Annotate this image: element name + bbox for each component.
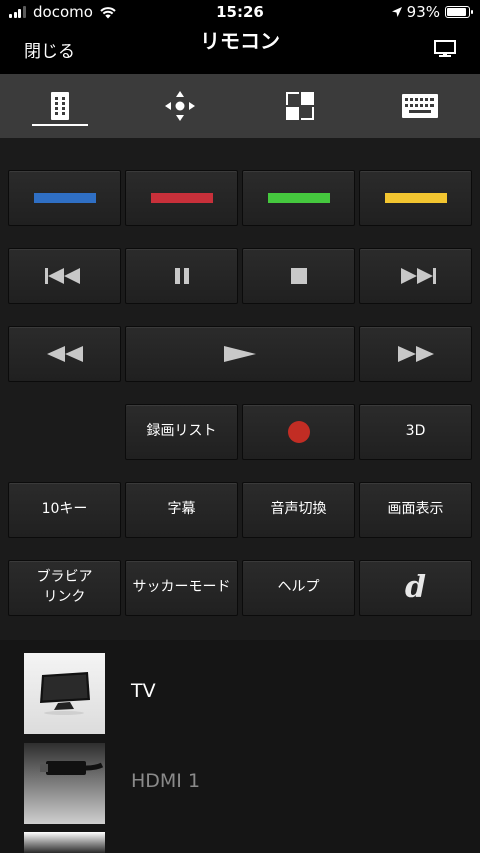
status-right: 93% [391, 3, 473, 21]
keyboard-icon [402, 94, 438, 118]
bravia-link-button[interactable]: ブラビア リンク [8, 560, 121, 616]
recording-list-button[interactable]: 録画リスト [125, 404, 238, 460]
soccer-mode-button[interactable]: サッカーモード [125, 560, 238, 616]
battery-percent: 93% [406, 3, 440, 21]
tab-apps[interactable] [240, 74, 360, 138]
stop-button[interactable] [242, 248, 355, 304]
battery-fill [447, 8, 466, 16]
tab-bar [0, 74, 480, 138]
screen-display-button[interactable]: 画面表示 [359, 482, 472, 538]
input-source-list: TV HDMI 1 [0, 640, 480, 853]
navigation-bar: 閉じる リモコン [0, 24, 480, 74]
skip-previous-icon [44, 268, 80, 284]
selected-tab-indicator [32, 124, 88, 126]
source-item-partial [24, 832, 105, 853]
record-icon [287, 421, 310, 443]
fast-forward-button[interactable] [359, 326, 472, 382]
fast-forward-icon [397, 346, 434, 362]
record-button[interactable] [242, 404, 355, 460]
page-title: リモコン [200, 29, 280, 53]
tv-thumbnail-image [40, 672, 90, 715]
play-button[interactable] [125, 326, 355, 382]
stop-icon [290, 268, 307, 284]
tab-remote[interactable] [0, 74, 120, 138]
tab-keyboard[interactable] [360, 74, 480, 138]
source-item-tv[interactable]: TV [0, 650, 480, 736]
red-button[interactable] [125, 170, 238, 226]
next-button[interactable] [359, 248, 472, 304]
blue-button[interactable] [8, 170, 121, 226]
battery-icon [445, 6, 473, 18]
tv-select-button[interactable] [434, 40, 456, 62]
tv-thumbnail [24, 653, 105, 734]
hdmi-cable-icon [40, 761, 104, 775]
bravia-link-label-line1: ブラビア [36, 569, 93, 586]
d-button-label: d [405, 570, 426, 605]
dpad-icon [165, 91, 195, 121]
remote-icon [51, 92, 69, 120]
hdmi-thumbnail [24, 743, 105, 824]
source-label-tv: TV [131, 680, 156, 702]
pause-button[interactable] [125, 248, 238, 304]
source-label-hdmi-1: HDMI 1 [131, 770, 201, 792]
play-icon [224, 346, 256, 362]
rewind-button[interactable] [8, 326, 121, 382]
red-color-bar [150, 193, 213, 203]
tv-icon [434, 40, 456, 57]
help-button[interactable]: ヘルプ [242, 560, 355, 616]
green-button[interactable] [242, 170, 355, 226]
green-color-bar [267, 193, 330, 203]
yellow-color-bar [384, 193, 447, 203]
subtitles-button[interactable]: 字幕 [125, 482, 238, 538]
audio-switch-button[interactable]: 音声切換 [242, 482, 355, 538]
grid-icon [286, 92, 314, 120]
d-data-button[interactable]: d [359, 560, 472, 616]
status-bar: docomo 15:26 93% [0, 0, 480, 24]
yellow-button[interactable] [359, 170, 472, 226]
source-item-hdmi-1[interactable]: HDMI 1 [0, 740, 480, 826]
skip-next-icon [400, 268, 436, 284]
previous-button[interactable] [8, 248, 121, 304]
tab-dpad[interactable] [120, 74, 240, 138]
location-arrow-icon [391, 7, 402, 17]
blue-color-bar [33, 193, 96, 203]
rewind-icon [46, 346, 83, 362]
3d-button[interactable]: 3D [359, 404, 472, 460]
ten-key-button[interactable]: 10キー [8, 482, 121, 538]
pause-icon [174, 268, 189, 284]
bravia-link-label-line2: リンク [43, 589, 86, 605]
